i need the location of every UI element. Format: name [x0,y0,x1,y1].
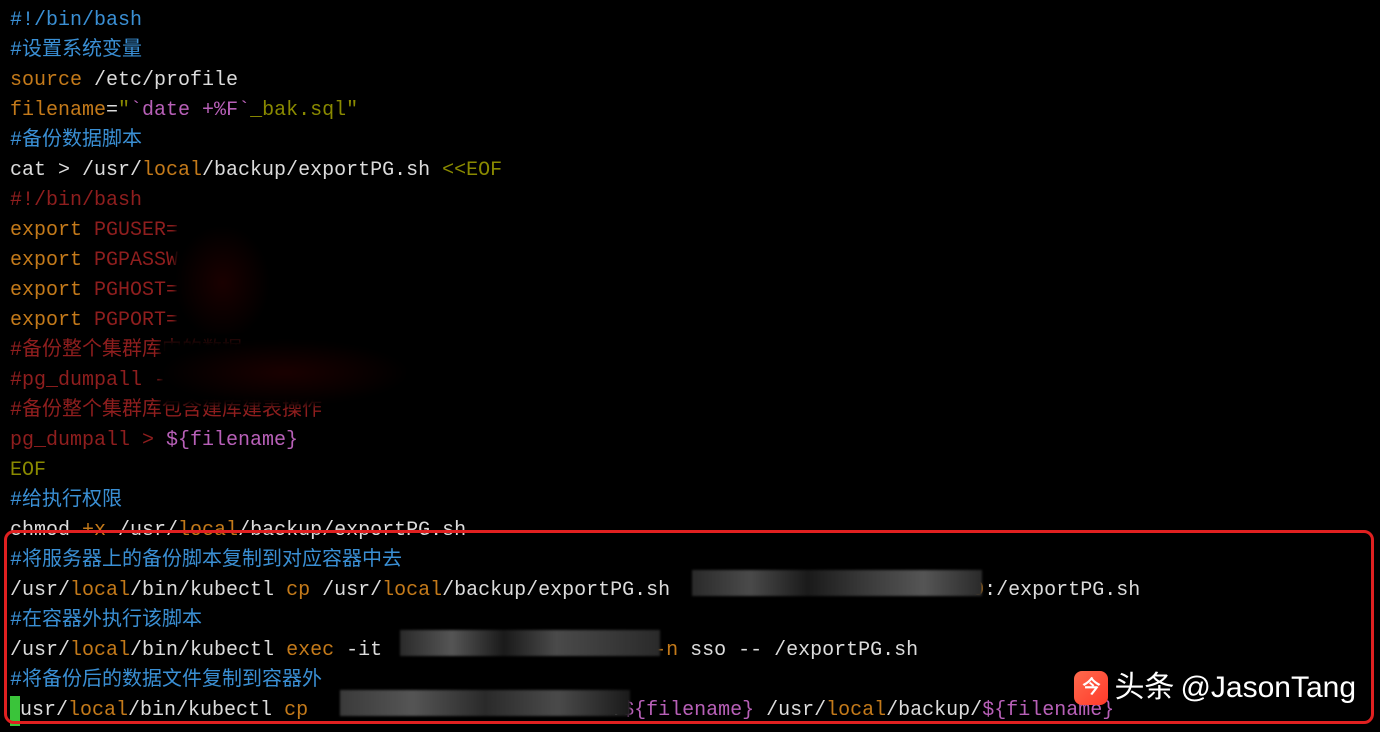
source-keyword: source [10,69,82,92]
local-path-6: local [68,699,128,722]
var-filename: filename [10,99,106,122]
backup-path-1: /backup/exportPG.sh [202,159,442,182]
chmod-path-1: /usr/ [106,519,178,542]
backtick-date: `date +%F` [130,99,250,122]
local-path-4: local [382,579,442,602]
quote-close: " [346,99,358,122]
local-path-2: local [178,519,238,542]
chmod-plus-x: +x [82,519,106,542]
export-kw-1: export [10,219,82,242]
pixelated-redaction-1 [692,570,982,596]
cp-dest-1: /usr/ [754,699,826,722]
watermark-handle: @JasonTang [1180,665,1356,710]
source-path: /etc/profile [82,69,238,92]
comment-exec-outside: #在容器外执行该脚本 [10,609,202,632]
cp-kw-2: cp [284,699,308,722]
filename-var-3: ${filename} [622,699,754,722]
comment-chmod: #给执行权限 [10,489,122,512]
sso-ns: sso [678,639,738,662]
pixelated-redaction-2 [400,630,660,656]
cat-cmd: cat > /usr/ [10,159,142,182]
pgdumpall: pg_dumpall > [10,429,166,452]
chmod-path-2: /backup/exportPG.sh [238,519,466,542]
filename-var-2: ${filename} [166,429,298,452]
kubectl-cp-1a: /usr/ [10,579,70,602]
comment-set-env: #设置系统变量 [10,39,142,62]
chmod-cmd: chmod [10,519,82,542]
heredoc-shebang: #!/bin/bash [10,189,142,212]
kubectl-exec-1a: /usr/ [10,639,70,662]
kubectl-cp-2a: usr/ [20,699,68,722]
export-kw-2: export [10,249,82,272]
bak-suffix: _bak.sql [250,99,346,122]
local-path-5: local [70,639,130,662]
export-kw-3: export [10,279,82,302]
kubectl-cp-1d: /backup/exportPG.sh [442,579,682,602]
redaction-blur-2 [160,340,410,405]
kubectl-exec-1b: /bin/kubectl [130,639,286,662]
exec-kw: exec [286,639,334,662]
kubectl-cp-dest: :/exportPG.sh [984,579,1140,602]
exec-it: -it [334,639,394,662]
heredoc-start: <<EOF [442,159,502,182]
redaction-blur-1 [175,225,270,340]
assign-op: = [106,99,118,122]
cursor-icon [10,696,20,726]
comment-cp-to-container: #将服务器上的备份脚本复制到对应容器中去 [10,549,402,572]
pgport: PGPORT= [82,309,178,332]
local-path-7: local [826,699,886,722]
comment-backup-script: #备份数据脚本 [10,129,142,152]
watermark: 今 头条 @JasonTang [1074,665,1356,710]
heredoc-end: EOF [10,459,46,482]
kubectl-cp-1c: /usr/ [310,579,382,602]
kubectl-cp-2b: /bin/kubectl [128,699,284,722]
export-kw-4: export [10,309,82,332]
quote-open: " [118,99,130,122]
dashdash: -- [738,639,762,662]
pixelated-redaction-3 [340,690,630,716]
pguser: PGUSER= [82,219,178,242]
local-path-1: local [142,159,202,182]
comment-cp-out: #将备份后的数据文件复制到容器外 [10,669,322,692]
watermark-label: 头条 [1114,665,1174,710]
pghost: PGHOST=1 [82,279,190,302]
local-path-3: local [70,579,130,602]
cp-space [308,699,320,722]
kubectl-cp-1b: /bin/kubectl [130,579,286,602]
exec-script: /exportPG.sh [762,639,918,662]
shebang-comment: #!/bin/bash [10,9,142,32]
cp-kw-1: cp [286,579,310,602]
toutiao-logo-icon: 今 [1074,671,1108,705]
cp-dest-2: /backup/ [886,699,982,722]
